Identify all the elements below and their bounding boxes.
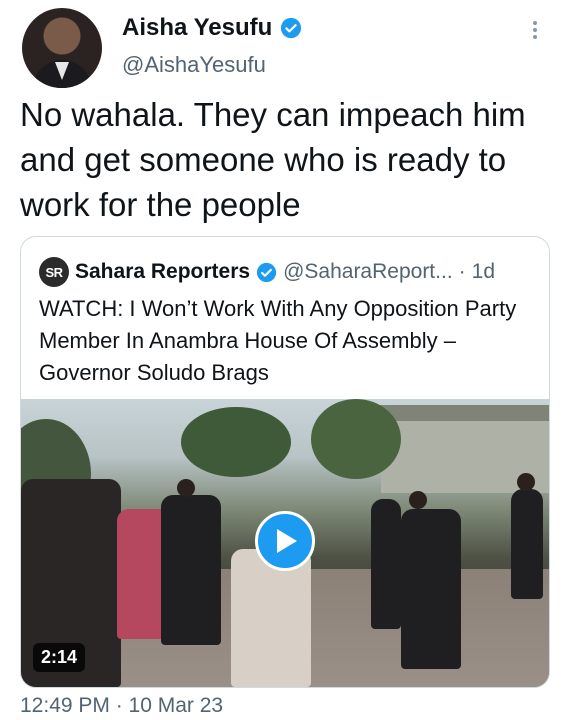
video-person	[231, 549, 311, 687]
quoted-author-name[interactable]: Sahara Reporters	[75, 260, 250, 284]
verified-badge-icon	[256, 262, 277, 282]
quoted-tweet-time[interactable]: 1d	[472, 260, 495, 284]
tweet-text: No wahala. They can impeach him and get …	[20, 96, 526, 223]
quoted-author-avatar[interactable]: SR	[39, 257, 69, 287]
author-handle[interactable]: @AishaYesufu	[122, 52, 266, 78]
author-name[interactable]: Aisha Yesufu	[122, 14, 272, 42]
video-player[interactable]: 2:14	[21, 399, 549, 687]
more-options-icon[interactable]	[528, 18, 542, 44]
video-person-head	[177, 479, 195, 497]
video-tree	[311, 399, 401, 479]
video-person	[511, 489, 543, 599]
video-person	[401, 509, 461, 669]
author-name-row: Aisha Yesufu	[122, 14, 302, 42]
video-tree	[181, 407, 291, 477]
verified-badge-icon	[281, 17, 302, 39]
quoted-tweet-text: WATCH: I Won’t Work With Any Opposition …	[39, 296, 517, 385]
quoted-tweet[interactable]: SR Sahara Reporters @SaharaReport... · 1…	[20, 236, 550, 688]
video-person	[161, 495, 221, 645]
quoted-author-handle[interactable]: @SaharaReport...	[283, 260, 453, 284]
play-button[interactable]	[255, 511, 315, 571]
video-person-head	[517, 473, 535, 491]
quoted-tweet-header: SR Sahara Reporters @SaharaReport... · 1…	[39, 257, 495, 287]
video-person-head	[409, 491, 427, 509]
video-building-roof	[371, 405, 549, 421]
author-avatar[interactable]	[22, 8, 102, 88]
video-person	[371, 499, 401, 629]
play-icon	[277, 529, 297, 553]
separator-dot: ·	[458, 260, 466, 283]
tweet-timestamp[interactable]: 12:49 PM · 10 Mar 23	[20, 694, 223, 718]
video-duration: 2:14	[33, 643, 86, 672]
